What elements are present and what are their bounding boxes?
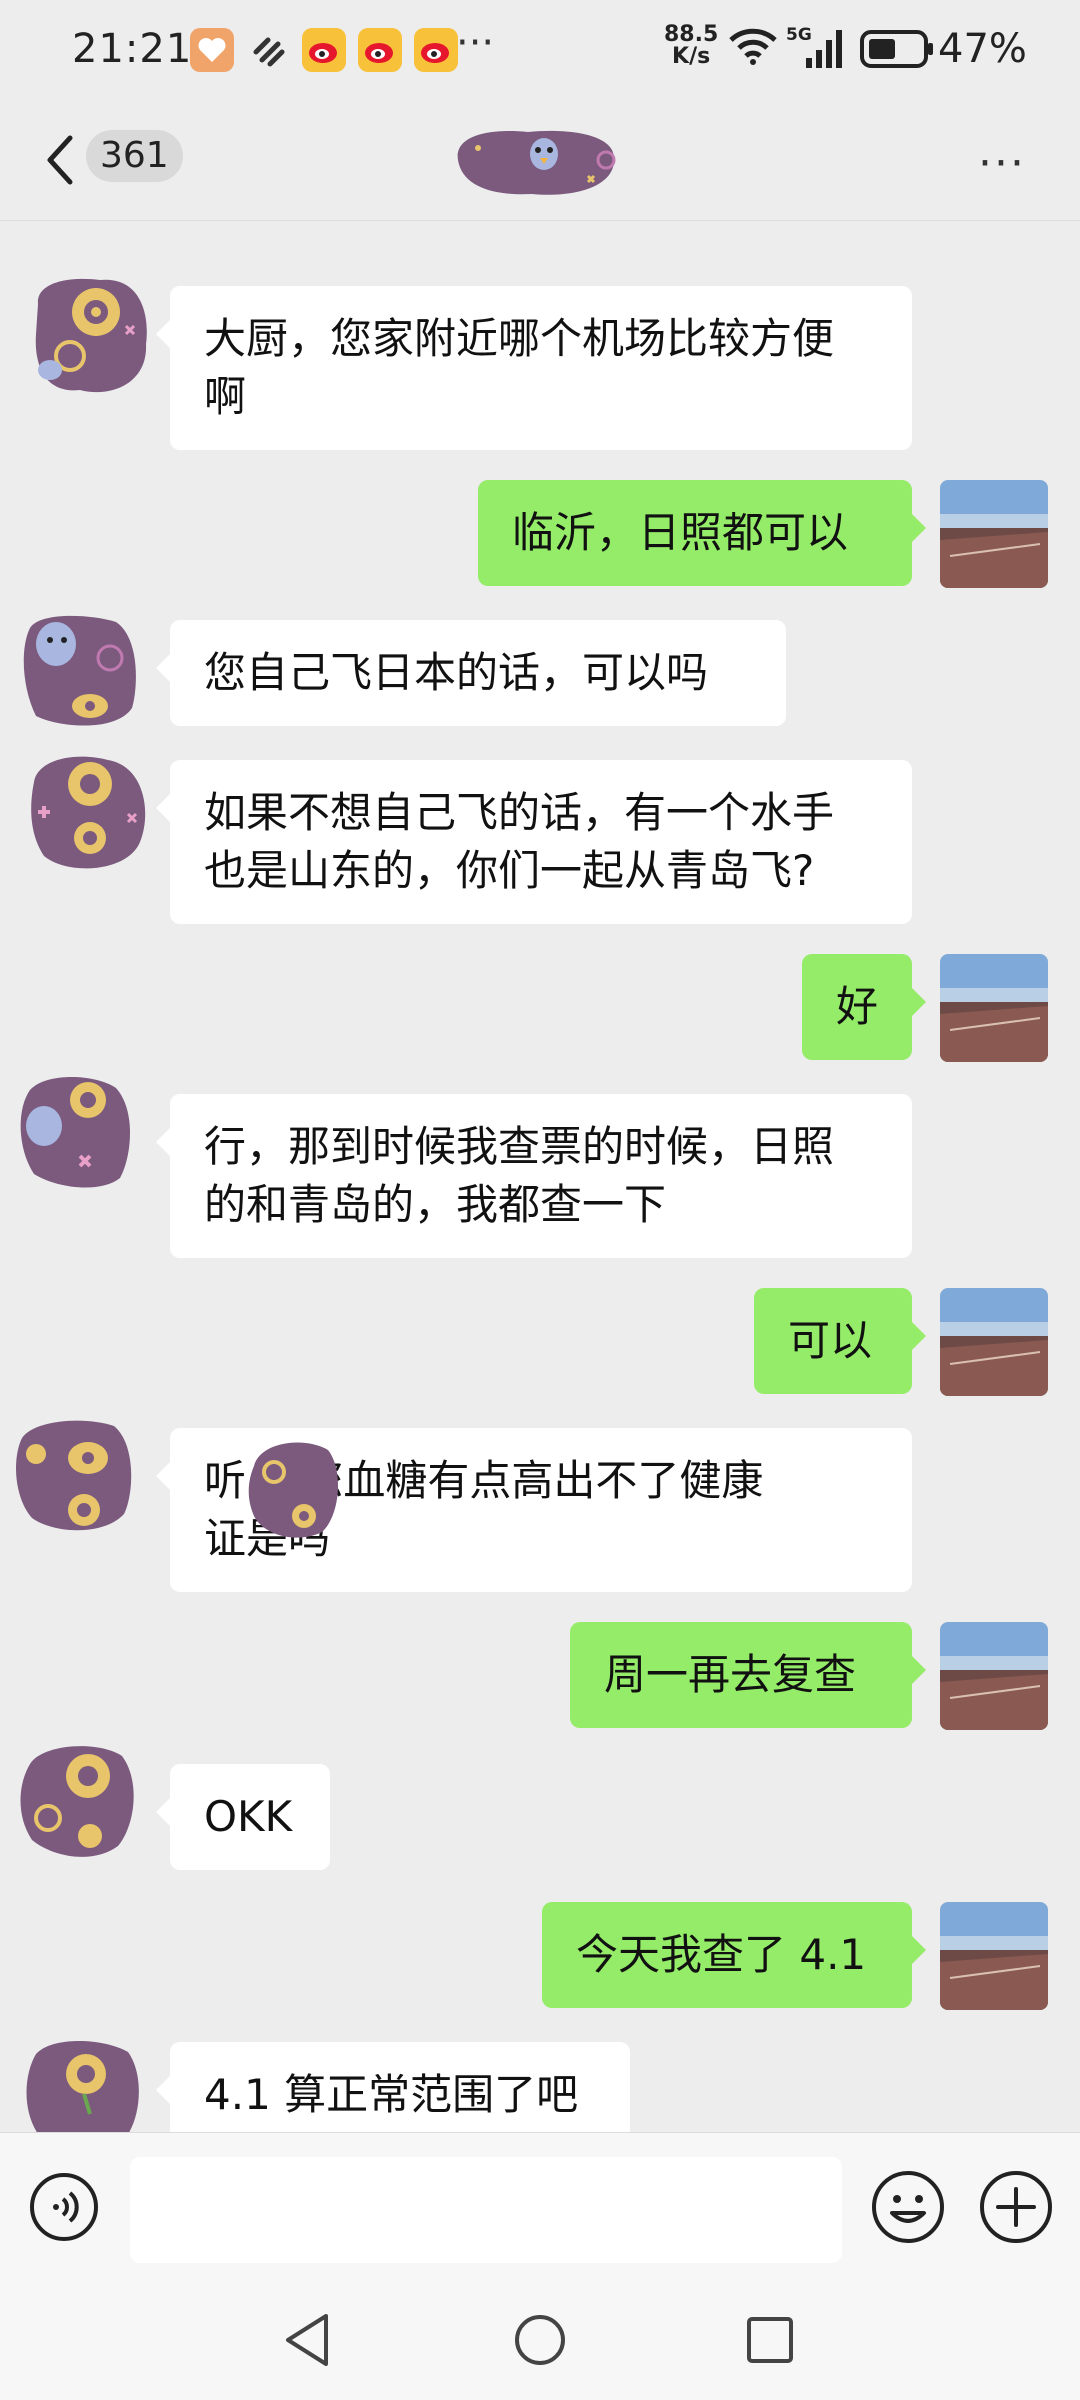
contact-avatar[interactable]: [28, 752, 150, 874]
plus-icon: [980, 2171, 1052, 2243]
message-text: 大厨，您家附近哪个机场比较方便: [204, 314, 835, 363]
outgoing-message[interactable]: 好: [802, 954, 926, 1060]
contact-avatar[interactable]: [16, 1070, 138, 1192]
link-app-icon: [246, 28, 290, 72]
message-text: 如果不想自己飞的话，有一个水手: [204, 788, 835, 837]
back-button[interactable]: [42, 130, 78, 190]
self-avatar[interactable]: [940, 1622, 1048, 1730]
status-time: 21:21: [72, 26, 193, 72]
incoming-message[interactable]: OKK: [156, 1764, 330, 1870]
contact-avatar[interactable]: [24, 2034, 146, 2132]
contact-avatar[interactable]: [20, 608, 142, 730]
outgoing-message[interactable]: 周一再去复查: [570, 1622, 926, 1728]
heart-app-icon: [190, 28, 234, 72]
square-recent-icon: [747, 2317, 793, 2363]
redaction-sticker: [244, 1436, 342, 1540]
self-avatar[interactable]: [940, 1902, 1048, 2010]
emoji-button[interactable]: [870, 2169, 946, 2245]
message-text: 4.1 算正常范围了吧: [204, 2070, 579, 2119]
emoji-icon: [872, 2171, 944, 2243]
outgoing-message[interactable]: 今天我查了 4.1: [542, 1902, 926, 2008]
message-text: 临沂，日照都可以: [512, 508, 849, 557]
contact-name-redacted: [448, 124, 620, 200]
weibo-icon: [302, 28, 346, 72]
message-text: 行，那到时候我查票的时候，日照: [204, 1122, 835, 1171]
message-text: 的和青岛的，我都查一下: [204, 1180, 667, 1229]
triangle-back-icon: [286, 2314, 328, 2366]
incoming-message[interactable]: 如果不想自己飞的话，有一个水手 也是山东的，你们一起从青岛飞?: [156, 760, 912, 924]
weibo-icon: [358, 28, 402, 72]
message-text: 周一再去复查: [604, 1650, 857, 1699]
notification-icons: [190, 28, 458, 72]
signal-icon: 5G: [786, 24, 850, 74]
contact-avatar[interactable]: [30, 274, 152, 396]
message-text: 也是山东的，你们一起从青岛飞?: [204, 846, 815, 895]
circle-home-icon: [515, 2315, 565, 2365]
voice-icon: [30, 2173, 98, 2241]
message-text: 您自己飞日本的话，可以吗: [204, 648, 709, 697]
nav-back-button[interactable]: [280, 2310, 336, 2370]
nav-home-button[interactable]: [512, 2312, 568, 2368]
system-navigation-bar: [0, 2284, 1080, 2400]
status-bar: 21:21 ··· 88.5 K/s 5G 47%: [0, 0, 1080, 104]
message-text: 今天我查了 4.1: [576, 1930, 867, 1979]
voice-button[interactable]: [28, 2171, 100, 2243]
chevron-left-icon: [47, 135, 73, 185]
incoming-message[interactable]: 您自己飞日本的话，可以吗: [156, 620, 786, 726]
outgoing-message[interactable]: 可以: [754, 1288, 926, 1394]
network-type-label: 5G: [786, 25, 812, 45]
message-text: 啊: [204, 372, 247, 421]
contact-avatar[interactable]: [14, 1414, 136, 1536]
message-text: 好: [835, 982, 878, 1031]
battery-icon: [860, 30, 936, 72]
battery-percent: 47%: [938, 26, 1027, 72]
wifi-icon: [728, 26, 778, 70]
message-text: OKK: [204, 1792, 293, 1841]
unread-count-badge[interactable]: 361: [86, 130, 183, 182]
weibo-icon: [414, 28, 458, 72]
message-input[interactable]: [130, 2157, 842, 2263]
net-speed-unit: K/s: [672, 44, 711, 69]
message-composer: [0, 2132, 1080, 2285]
incoming-message[interactable]: 大厨，您家附近哪个机场比较方便 啊: [156, 286, 912, 450]
chat-header: 361 ···: [0, 104, 1080, 221]
self-avatar[interactable]: [940, 954, 1048, 1062]
self-avatar[interactable]: [940, 480, 1048, 588]
message-list[interactable]: 大厨，您家附近哪个机场比较方便 啊 临沂，日照都可以 您自己飞日本的话，可以吗 …: [0, 222, 1080, 2132]
more-functions-button[interactable]: [978, 2169, 1054, 2245]
self-avatar[interactable]: [940, 1288, 1048, 1396]
more-notifications-icon: ···: [456, 20, 495, 66]
chat-menu-button[interactable]: ···: [978, 138, 1026, 189]
nav-recent-apps-button[interactable]: [744, 2314, 796, 2366]
message-text: 可以: [788, 1316, 873, 1365]
incoming-message[interactable]: 4.1 算正常范围了吧: [156, 2042, 630, 2132]
contact-avatar[interactable]: [18, 1740, 140, 1862]
incoming-message[interactable]: 行，那到时候我查票的时候，日照 的和青岛的，我都查一下: [156, 1094, 912, 1258]
net-speed: 88.5 K/s: [664, 24, 718, 68]
outgoing-message[interactable]: 临沂，日照都可以: [478, 480, 926, 586]
net-speed-value: 88.5: [664, 22, 719, 47]
